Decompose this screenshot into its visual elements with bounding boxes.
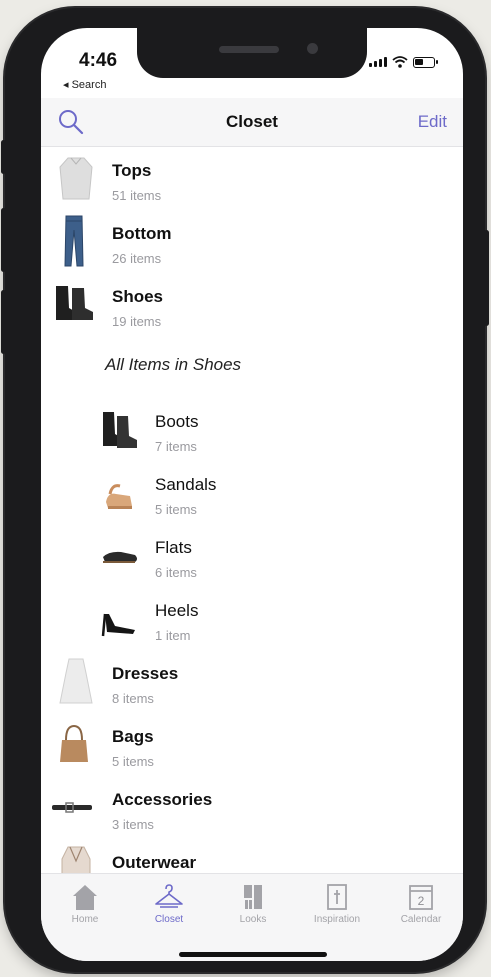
volume-down-button <box>1 290 6 354</box>
inspiration-icon <box>327 884 347 910</box>
home-indicator[interactable] <box>179 952 327 957</box>
category-row-tops[interactable]: Tops 51 items <box>41 151 463 211</box>
tab-label: Home <box>71 914 99 925</box>
subcategory-row-sandals[interactable]: Sandals 5 items <box>41 465 463 525</box>
speaker <box>219 46 279 53</box>
subcategory-row-flats[interactable]: Flats 6 items <box>41 528 463 588</box>
subcategory-label: Heels <box>155 601 199 620</box>
subcategory-label: Flats <box>155 538 192 557</box>
silent-switch <box>1 140 6 174</box>
category-label: Bags <box>112 727 154 746</box>
subcategory-label: Boots <box>155 412 199 431</box>
category-count: 3 items <box>112 817 154 832</box>
category-count: 51 items <box>112 188 162 203</box>
category-label: Dresses <box>112 664 179 683</box>
category-label: Tops <box>112 161 152 180</box>
category-count: 19 items <box>112 314 162 329</box>
tab-label: Looks <box>239 914 267 925</box>
subcategory-label: Sandals <box>155 475 217 494</box>
category-row-shoes[interactable]: Shoes 19 items <box>41 277 463 337</box>
category-row-accessories[interactable]: Accessories 3 items <box>41 780 463 840</box>
category-row-bottom[interactable]: Bottom 26 items <box>41 214 463 274</box>
category-count: 8 items <box>112 691 154 706</box>
subcategory-count: 1 item <box>155 628 191 643</box>
battery-icon <box>413 56 438 68</box>
status-icons <box>369 56 438 68</box>
tab-label: Calendar <box>400 914 442 925</box>
bag-icon <box>51 721 97 767</box>
boot-icon <box>51 279 97 325</box>
page-title: Closet <box>226 112 278 131</box>
volume-up-button <box>1 208 6 272</box>
category-row-bags[interactable]: Bags 5 items <box>41 717 463 777</box>
tab-label: Closet <box>154 914 184 925</box>
calendar-icon: 2 <box>409 885 433 910</box>
subcategory-row-heels[interactable]: Heels 1 item <box>41 591 463 651</box>
power-button <box>484 230 489 326</box>
heel-icon <box>97 599 143 645</box>
notch <box>137 28 367 78</box>
subcategory-count: 5 items <box>155 502 197 517</box>
nav-bar: Closet Edit <box>41 98 463 147</box>
tab-looks[interactable]: Looks <box>211 882 295 932</box>
category-label: Accessories <box>112 790 213 809</box>
hanger-icon <box>155 884 183 908</box>
category-count: 5 items <box>112 754 154 769</box>
wifi-icon <box>392 56 408 68</box>
tab-home[interactable]: Home <box>43 882 127 932</box>
phone-frame: 4:46 ◂ Search Closet Edit Tops 51 items … <box>1 8 489 972</box>
flat-icon <box>97 532 143 578</box>
category-row-dresses[interactable]: Dresses 8 items <box>41 654 463 714</box>
front-camera <box>307 43 318 54</box>
tab-calendar[interactable]: 2 Calendar <box>379 882 463 932</box>
category-label: Outerwear <box>112 853 197 872</box>
category-count: 26 items <box>112 251 162 266</box>
back-to-search-link[interactable]: ◂ Search <box>63 78 106 91</box>
subcategory-count: 7 items <box>155 439 197 454</box>
tab-label: Inspiration <box>313 914 361 925</box>
phone-screen: 4:46 ◂ Search Closet Edit Tops 51 items … <box>41 28 463 961</box>
status-time: 4:46 <box>79 50 118 71</box>
jeans-icon <box>51 214 97 268</box>
outfit-icon <box>244 885 262 909</box>
tab-closet[interactable]: Closet <box>127 882 211 932</box>
tab-inspiration[interactable]: Inspiration <box>295 882 379 932</box>
top-icon <box>53 155 99 201</box>
signal-icon <box>369 57 387 67</box>
house-icon <box>73 885 97 910</box>
section-title: All Items in Shoes <box>105 355 242 374</box>
tab-bar: Home Closet Looks Inspiration 2 Calendar <box>41 873 463 961</box>
edit-button[interactable]: Edit <box>418 112 447 132</box>
sandal-icon <box>97 469 143 515</box>
boot-icon <box>97 406 143 452</box>
calendar-day: 2 <box>418 894 425 908</box>
category-label: Bottom <box>112 224 172 243</box>
dress-icon <box>53 658 99 704</box>
subcategory-row-boots[interactable]: Boots 7 items <box>41 402 463 462</box>
category-label: Shoes <box>112 287 164 306</box>
belt-icon <box>49 784 95 830</box>
subcategory-count: 6 items <box>155 565 197 580</box>
